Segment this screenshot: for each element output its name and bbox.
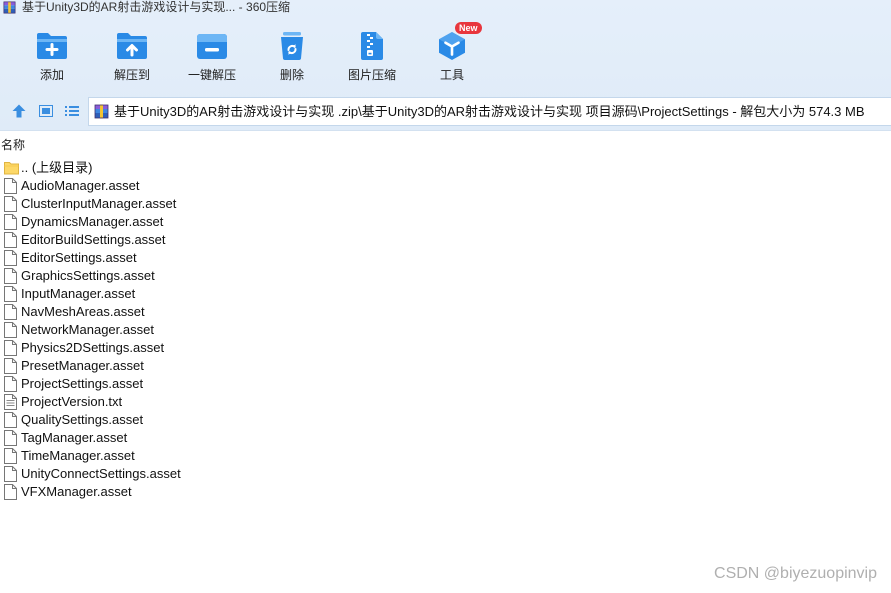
address-bar[interactable]: 基于Unity3D的AR射击游戏设计与实现 .zip\基于Unity3D的AR射…: [88, 97, 891, 126]
file-row[interactable]: UnityConnectSettings.asset: [0, 465, 891, 483]
file-icon: [4, 340, 19, 356]
file-row[interactable]: InputManager.asset: [0, 285, 891, 303]
file-name-label: InputManager.asset: [21, 286, 136, 301]
one-click-extract-button-label: 一键解压: [187, 68, 236, 82]
one-click-extract-button[interactable]: 一键解压: [172, 28, 252, 86]
file-name-label: GraphicsSettings.asset: [21, 268, 155, 283]
tools-button-label: 工具: [439, 68, 464, 82]
file-name-label: QualitySettings.asset: [21, 412, 144, 427]
new-badge: New: [455, 22, 482, 34]
file-icon: [4, 286, 19, 302]
file-row[interactable]: GraphicsSettings.asset: [0, 267, 891, 285]
file-row[interactable]: PresetManager.asset: [0, 357, 891, 375]
file-icon: [4, 304, 19, 320]
file-name-label: VFXManager.asset: [21, 484, 132, 499]
file-name-label: AudioManager.asset: [21, 178, 140, 193]
title-bar: 基于Unity3D的AR射击游戏设计与实现... - 360压缩: [0, 0, 891, 15]
extract-to-folder-icon: [116, 31, 148, 61]
file-row[interactable]: DynamicsManager.asset: [0, 213, 891, 231]
file-icon: [4, 232, 19, 248]
file-row[interactable]: EditorBuildSettings.asset: [0, 231, 891, 249]
file-icon: [4, 268, 19, 284]
file-icon: [4, 214, 19, 230]
file-name-label: NavMeshAreas.asset: [21, 304, 145, 319]
text-file-icon: [4, 394, 19, 410]
add-button[interactable]: 添加: [12, 28, 92, 86]
file-row[interactable]: ProjectVersion.txt: [0, 393, 891, 411]
archive-app-icon: [3, 1, 16, 14]
file-row[interactable]: TimeManager.asset: [0, 447, 891, 465]
column-header-name[interactable]: 名称: [1, 136, 25, 155]
file-row[interactable]: QualitySettings.asset: [0, 411, 891, 429]
file-name-label: ClusterInputManager.asset: [21, 196, 177, 211]
file-icon: [4, 412, 19, 428]
file-row[interactable]: ProjectSettings.asset: [0, 375, 891, 393]
file-row[interactable]: ClusterInputManager.asset: [0, 195, 891, 213]
file-name-label: ProjectSettings.asset: [21, 376, 144, 391]
file-name-label: .. (上级目录): [21, 160, 93, 175]
file-name-label: ProjectVersion.txt: [21, 394, 123, 409]
image-compress-button-label: 图片压缩: [347, 68, 396, 82]
file-icon: [4, 448, 19, 464]
recycle-bin-icon: [276, 31, 308, 61]
file-icon: [4, 196, 19, 212]
file-name-label: TimeManager.asset: [21, 448, 135, 463]
file-row[interactable]: AudioManager.asset: [0, 177, 891, 195]
file-icon: [4, 250, 19, 266]
watermark-text: CSDN @biyezuopinvip: [714, 565, 877, 582]
file-name-label: TagManager.asset: [21, 430, 128, 445]
address-path: 基于Unity3D的AR射击游戏设计与实现 .zip\基于Unity3D的AR射…: [114, 104, 865, 119]
file-name-label: NetworkManager.asset: [21, 322, 154, 337]
file-list: .. (上级目录) AudioManager.asset ClusterInputM…: [0, 159, 891, 501]
file-icon: [4, 178, 19, 194]
folder-icon: [4, 160, 19, 176]
file-icon: [4, 430, 19, 446]
file-icon: [4, 484, 19, 500]
tools-cube-icon: [436, 31, 468, 61]
file-name-label: EditorSettings.asset: [21, 250, 137, 265]
file-row[interactable]: TagManager.asset: [0, 429, 891, 447]
archive-file-icon: [94, 104, 109, 119]
delete-button[interactable]: 删除: [252, 28, 332, 86]
extract-to-button-label: 解压到: [113, 68, 150, 82]
one-click-extract-icon: [196, 31, 228, 61]
tools-button[interactable]: New 工具: [412, 22, 492, 86]
file-name-label: EditorBuildSettings.asset: [21, 232, 166, 247]
window-title: 基于Unity3D的AR射击游戏设计与实现... - 360压缩: [22, 0, 291, 14]
file-name-label: PresetManager.asset: [21, 358, 144, 373]
up-arrow-icon[interactable]: [11, 103, 27, 119]
image-compress-button[interactable]: 图片压缩: [332, 28, 412, 86]
file-icon: [4, 376, 19, 392]
delete-button-label: 删除: [279, 68, 304, 82]
file-row[interactable]: NetworkManager.asset: [0, 321, 891, 339]
add-button-label: 添加: [39, 68, 64, 82]
file-name-label: DynamicsManager.asset: [21, 214, 164, 229]
file-row[interactable]: NavMeshAreas.asset: [0, 303, 891, 321]
file-name-label: Physics2DSettings.asset: [21, 340, 165, 355]
file-row[interactable]: EditorSettings.asset: [0, 249, 891, 267]
file-row[interactable]: Physics2DSettings.asset: [0, 339, 891, 357]
parent-directory-row[interactable]: .. (上级目录): [0, 159, 891, 177]
file-row[interactable]: VFXManager.asset: [0, 483, 891, 501]
file-icon: [4, 322, 19, 338]
image-compress-icon: [356, 31, 388, 61]
file-name-label: UnityConnectSettings.asset: [21, 466, 181, 481]
add-folder-icon: [36, 31, 68, 61]
list-view-icon[interactable]: [64, 103, 80, 119]
list-header: 名称: [0, 136, 891, 155]
window-chrome: 基于Unity3D的AR射击游戏设计与实现... - 360压缩 添加 解压到: [0, 0, 891, 131]
extract-to-button[interactable]: 解压到: [92, 28, 172, 86]
view-mode-icon[interactable]: [38, 103, 54, 119]
file-icon: [4, 358, 19, 374]
file-icon: [4, 466, 19, 482]
